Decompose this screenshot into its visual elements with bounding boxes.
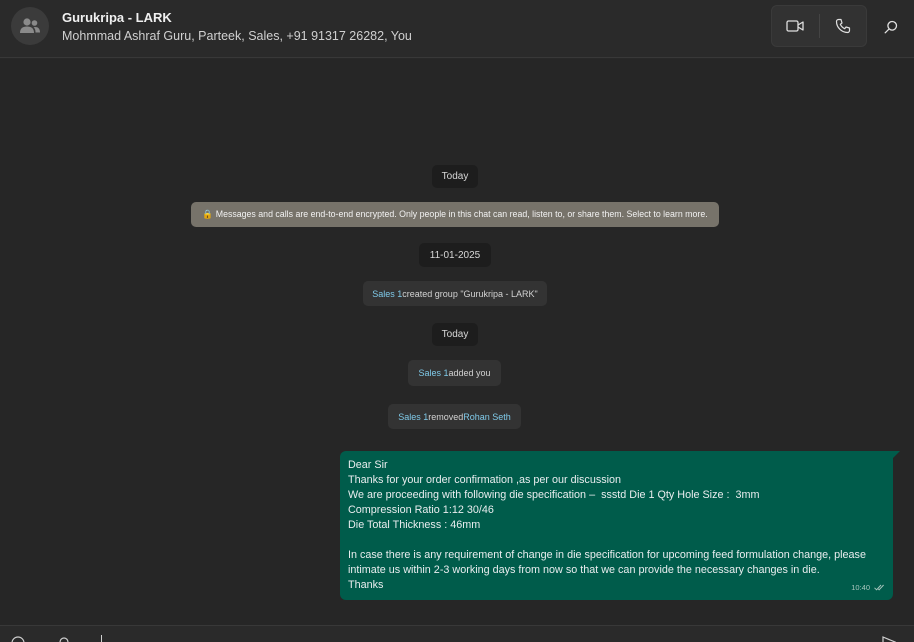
actor-link[interactable]: Sales 1 (372, 289, 402, 299)
voice-call-icon (835, 18, 850, 34)
removed-user-link[interactable]: Rohan Seth (463, 412, 511, 422)
message-line: Compression Ratio 1:12 30/46 (348, 504, 494, 516)
date-divider: 11-01-2025 (419, 243, 491, 267)
message-line (348, 533, 885, 548)
message-composer[interactable] (0, 625, 914, 642)
chat-header: Gurukripa - LARK Mohmmad Ashraf Guru, Pa… (0, 0, 914, 58)
date-divider: Today (432, 165, 478, 188)
message-time: 10:40 (851, 583, 870, 592)
double-check-icon (874, 584, 884, 591)
outgoing-message[interactable]: Dear Sir Thanks for your order confirmat… (340, 451, 900, 600)
message-line: intimate us within 2-3 working days from… (348, 564, 820, 576)
message-line: Thanks for your order confirmation ,as p… (348, 474, 622, 486)
system-message-removed: Sales 1 removed Rohan Seth (388, 404, 521, 429)
system-message-added: Sales 1 added you (408, 360, 501, 386)
chat-participants[interactable]: Mohmmad Ashraf Guru, Parteek, Sales, +91… (62, 29, 412, 43)
encryption-notice[interactable]: 🔒 Messages and calls are end-to-end encr… (191, 202, 719, 227)
date-divider: Today (432, 323, 478, 346)
system-message-created: Sales 1 created group "Gurukripa - LARK" (363, 281, 547, 306)
message-line: Thanks (348, 579, 384, 591)
search-icon (884, 20, 898, 34)
message-meta: 10:40 (851, 580, 885, 595)
group-avatar-icon[interactable] (11, 7, 49, 45)
system-message-text: added you (448, 368, 491, 378)
search-button[interactable] (878, 14, 904, 40)
call-button-group (771, 5, 867, 47)
voice-call-button[interactable] (819, 6, 866, 46)
message-line: Die Total Thickness : 46mm (348, 519, 481, 531)
message-line: Dear Sir (348, 459, 388, 471)
actor-link[interactable]: Sales 1 (418, 368, 448, 378)
message-list[interactable]: Today 🔒 Messages and calls are end-to-en… (0, 59, 914, 625)
emoji-icon[interactable] (11, 636, 25, 642)
system-message-text: created group "Gurukripa - LARK" (402, 288, 538, 299)
attach-icon[interactable] (58, 636, 70, 642)
actor-link[interactable]: Sales 1 (398, 412, 428, 422)
chat-title[interactable]: Gurukripa - LARK (62, 10, 172, 25)
message-line: In case there is any requirement of chan… (348, 549, 866, 561)
system-message-text: removed (428, 411, 464, 422)
text-cursor (101, 635, 102, 642)
video-call-button[interactable] (772, 6, 819, 46)
send-icon[interactable] (882, 636, 896, 642)
video-call-icon (786, 20, 804, 32)
message-line: We are proceeding with following die spe… (348, 489, 760, 501)
bubble-tail (892, 451, 900, 459)
